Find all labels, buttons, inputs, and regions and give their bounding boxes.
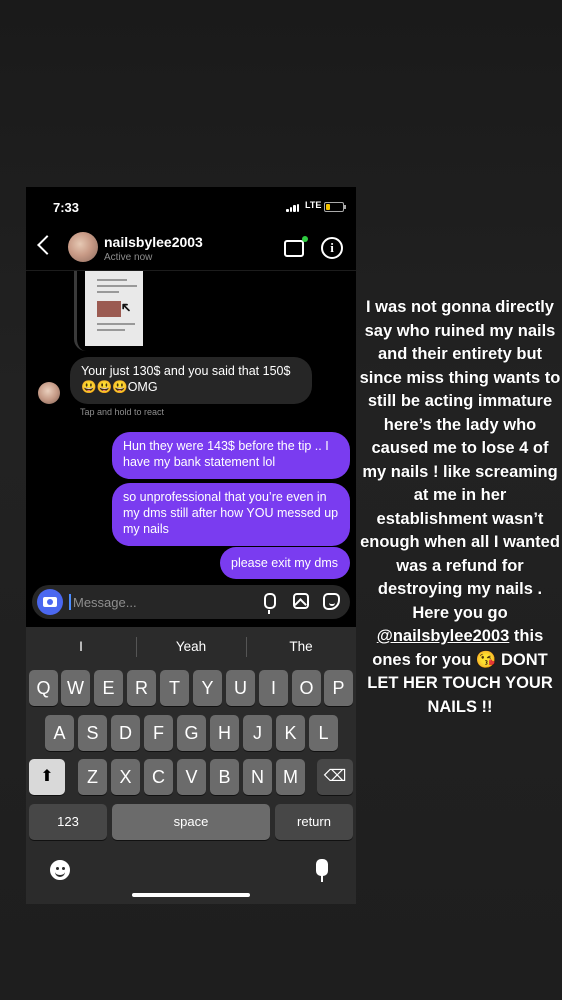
- shared-image-message[interactable]: ➜: [74, 271, 157, 351]
- message-composer: [32, 585, 350, 619]
- message-input[interactable]: [73, 593, 253, 611]
- key-k[interactable]: K: [276, 715, 305, 751]
- key-a[interactable]: A: [45, 715, 74, 751]
- key-r[interactable]: R: [127, 670, 156, 706]
- key-o[interactable]: O: [292, 670, 321, 706]
- key-x[interactable]: X: [111, 759, 140, 795]
- gallery-icon[interactable]: [293, 593, 309, 609]
- network-label: LTE: [305, 200, 322, 210]
- story-caption: I was not gonna directly say who ruined …: [358, 296, 562, 719]
- key-t[interactable]: T: [160, 670, 189, 706]
- key-f[interactable]: F: [144, 715, 173, 751]
- key-m[interactable]: M: [276, 759, 305, 795]
- dictation-mic-icon[interactable]: [316, 859, 328, 882]
- suggestion-1[interactable]: I: [26, 639, 136, 654]
- key-v[interactable]: V: [177, 759, 206, 795]
- sender-avatar[interactable]: [38, 382, 60, 404]
- battery-icon: [324, 202, 346, 212]
- key-y[interactable]: Y: [193, 670, 222, 706]
- key-q[interactable]: Q: [29, 670, 58, 706]
- camera-icon[interactable]: [37, 589, 63, 615]
- caption-text: I was not gonna directly say who ruined …: [359, 298, 561, 622]
- signal-icon: [286, 204, 300, 212]
- emoji-icon[interactable]: [50, 860, 70, 880]
- suggestion-3[interactable]: The: [246, 639, 356, 654]
- numbers-key[interactable]: 123: [29, 804, 107, 840]
- video-call-icon[interactable]: [284, 236, 308, 257]
- shift-key[interactable]: ⬆: [29, 759, 65, 795]
- info-icon[interactable]: i: [321, 237, 343, 259]
- back-arrow-icon[interactable]: [37, 235, 57, 255]
- react-hint: Tap and hold to react: [80, 407, 165, 417]
- return-key[interactable]: return: [275, 804, 353, 840]
- key-u[interactable]: U: [226, 670, 255, 706]
- dm-screenshot: 7:33 LTE nailsbylee2003 Active now i ➜ Y…: [26, 187, 356, 904]
- key-g[interactable]: G: [177, 715, 206, 751]
- suggestion-2[interactable]: Yeah: [136, 639, 246, 654]
- message-bubble-sent[interactable]: Hun they were 143$ before the tip .. I h…: [112, 432, 350, 479]
- key-w[interactable]: W: [61, 670, 90, 706]
- key-p[interactable]: P: [324, 670, 353, 706]
- status-bar: 7:33 LTE: [26, 187, 356, 227]
- key-d[interactable]: D: [111, 715, 140, 751]
- key-l[interactable]: L: [309, 715, 338, 751]
- key-j[interactable]: J: [243, 715, 272, 751]
- keyboard: I Yeah The Q W E R T Y U I O P A S D F G…: [26, 627, 356, 904]
- caption-mention[interactable]: @nailsbylee2003: [377, 627, 510, 645]
- key-z[interactable]: Z: [78, 759, 107, 795]
- key-c[interactable]: C: [144, 759, 173, 795]
- active-status: Active now: [104, 252, 153, 263]
- key-h[interactable]: H: [210, 715, 239, 751]
- chat-header: nailsbylee2003 Active now i: [26, 227, 356, 271]
- avatar[interactable]: [68, 232, 98, 262]
- home-indicator: [132, 893, 250, 897]
- backspace-key[interactable]: ⌫: [317, 759, 353, 795]
- key-e[interactable]: E: [94, 670, 123, 706]
- text-cursor: [69, 594, 71, 610]
- chat-username[interactable]: nailsbylee2003: [104, 234, 203, 250]
- message-bubble-sent[interactable]: please exit my dms: [220, 547, 350, 579]
- space-key[interactable]: space: [112, 804, 270, 840]
- sticker-icon[interactable]: [323, 593, 340, 610]
- key-n[interactable]: N: [243, 759, 272, 795]
- key-s[interactable]: S: [78, 715, 107, 751]
- key-i[interactable]: I: [259, 670, 288, 706]
- key-b[interactable]: B: [210, 759, 239, 795]
- message-bubble-sent[interactable]: so unprofessional that you’re even in my…: [112, 483, 350, 546]
- message-bubble-received[interactable]: Your just 130$ and you said that 150$ 😃😃…: [70, 357, 312, 404]
- status-time: 7:33: [53, 200, 80, 215]
- microphone-icon[interactable]: [264, 593, 276, 614]
